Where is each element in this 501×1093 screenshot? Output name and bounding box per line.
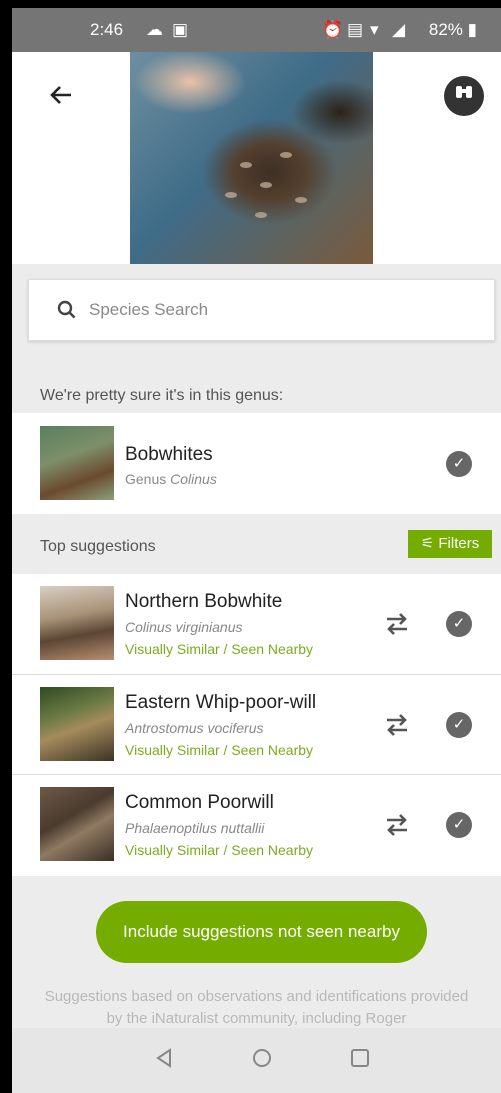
cloud-icon: ☁ [146, 20, 163, 39]
nav-home-icon[interactable] [250, 1046, 274, 1070]
suggestion-card[interactable]: Eastern Whip-poor-will Antrostomus vocif… [12, 675, 501, 774]
compare-icon[interactable] [382, 810, 412, 840]
suggestion-name: Common Poorwill [125, 792, 274, 813]
suggestion-card[interactable]: Northern Bobwhite Colinus virginianus Vi… [12, 574, 501, 674]
check-icon[interactable]: ✓ [446, 611, 472, 637]
system-nav-bar [12, 1028, 501, 1093]
suggestion-scientific: Phalaenoptilus nuttallii [125, 820, 265, 836]
battery-indicator: 82% ▮ [429, 20, 477, 40]
nav-recents-icon[interactable] [348, 1046, 372, 1070]
battery-level: 82% [428, 20, 463, 39]
status-time: 2:46 [90, 20, 124, 39]
image-icon: ▣ [172, 20, 189, 39]
genus-card[interactable]: Bobwhites Genus Colinus ✓ [12, 413, 501, 514]
search-icon [55, 298, 79, 322]
compare-icon[interactable] [382, 609, 412, 639]
genus-rank: Genus [125, 471, 167, 487]
photo-header [12, 52, 501, 264]
suggestion-scientific: Colinus virginianus [125, 619, 243, 635]
status-bar: 2:46 ☁ ▣ ⏰ ▤ ▾ ◢ 82% ▮ [12, 8, 501, 52]
suggestion-name: Northern Bobwhite [125, 591, 283, 612]
genus-section-label: We're pretty sure it's in this genus: [40, 387, 284, 404]
suggestion-scientific: Antrostomus vociferus [125, 720, 264, 736]
alarm-icon: ⏰ [322, 20, 344, 39]
observation-photo [130, 52, 373, 264]
suggestion-reason: Visually Similar / Seen Nearby [125, 641, 314, 657]
suggestion-thumbnail [40, 586, 114, 660]
species-search-box[interactable]: Species Search [28, 279, 495, 341]
genus-thumbnail [40, 426, 114, 500]
sim-icon: ▤ [347, 20, 364, 39]
suggestions-section-label: Top suggestions [40, 538, 156, 555]
battery-icon: ▮ [467, 20, 477, 39]
suggestion-reason: Visually Similar / Seen Nearby [125, 842, 314, 858]
signal-icon: ◢ [392, 20, 406, 39]
binoculars-icon[interactable] [444, 76, 484, 116]
search-placeholder: Species Search [89, 300, 209, 319]
suggestion-reason: Visually Similar / Seen Nearby [125, 742, 314, 758]
check-icon[interactable]: ✓ [446, 451, 472, 477]
filter-icon: ⚟ [420, 535, 435, 552]
wifi-icon: ▾ [370, 20, 379, 39]
attribution-text: Suggestions based on observations and id… [44, 988, 469, 1027]
suggestion-card[interactable]: Common Poorwill Phalaenoptilus nuttallii… [12, 775, 501, 876]
genus-scientific-name: Colinus [170, 471, 217, 487]
back-arrow-icon[interactable] [46, 80, 76, 110]
nav-back-icon[interactable] [152, 1046, 176, 1070]
genus-name: Bobwhites [125, 444, 213, 465]
suggestion-thumbnail [40, 787, 114, 861]
include-not-nearby-button[interactable]: Include suggestions not seen nearby [96, 901, 427, 963]
filters-label: Filters [438, 535, 480, 552]
check-icon[interactable]: ✓ [446, 712, 472, 738]
check-icon[interactable]: ✓ [446, 812, 472, 838]
filters-button[interactable]: ⚟ Filters [408, 530, 492, 558]
compare-icon[interactable] [382, 710, 412, 740]
screen: 2:46 ☁ ▣ ⏰ ▤ ▾ ◢ 82% ▮ Species Search We… [12, 8, 501, 1093]
suggestion-thumbnail [40, 687, 114, 761]
suggestion-name: Eastern Whip-poor-will [125, 692, 317, 713]
genus-scientific: Genus Colinus [125, 471, 217, 487]
